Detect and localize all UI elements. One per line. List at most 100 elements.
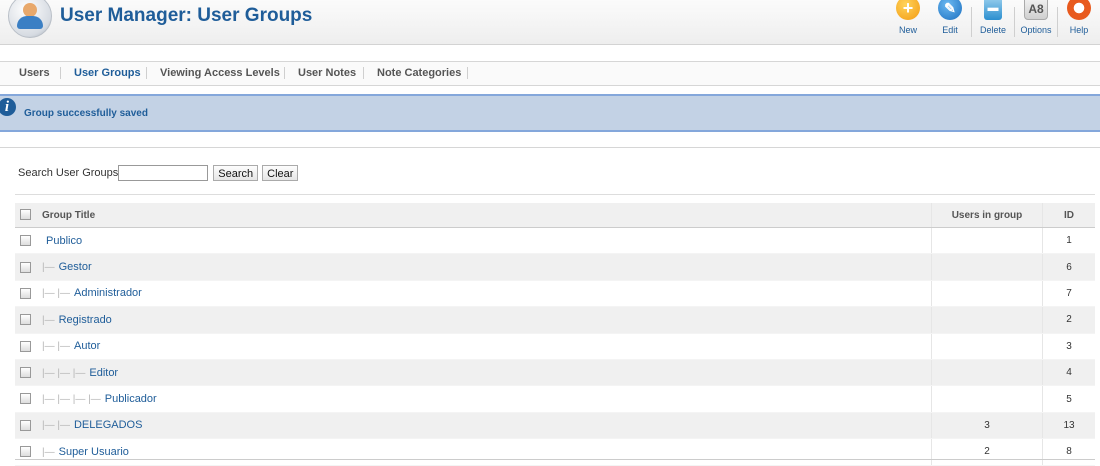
tab-user-groups[interactable]: User Groups: [74, 67, 141, 79]
group-title-cell: |— Super Usuario: [42, 438, 932, 466]
table-row: |— |— DELEGADOS 3 13: [15, 412, 1095, 440]
table-row: |— |— |— |— Publicador 5: [15, 385, 1095, 413]
row-checkbox[interactable]: [20, 393, 31, 405]
table-row: |— |— |— Editor 4: [15, 359, 1095, 387]
group-title-cell: |— |— DELEGADOS: [42, 412, 932, 440]
row-select-cell: [15, 438, 42, 466]
tree-indent: |— |— |—: [42, 367, 86, 379]
tab-user-notes[interactable]: User Notes: [298, 67, 356, 79]
search-label: Search User Groups: [18, 167, 119, 179]
users-in-group-cell: 3: [931, 412, 1043, 440]
group-id-cell: 7: [1042, 280, 1095, 308]
tab-divider: [60, 67, 61, 79]
column-header-id[interactable]: ID: [1042, 203, 1095, 228]
group-title-link[interactable]: Editor: [89, 367, 118, 379]
group-title-cell: |— |— Autor: [42, 333, 932, 360]
user-groups-table: Group Title Users in group ID Publico 1 |—…: [15, 203, 1095, 466]
options-icon: A8: [1024, 0, 1048, 20]
group-id-cell: 1: [1042, 227, 1095, 255]
table-row: |— Gestor 6: [15, 253, 1095, 281]
table-row: |— |— Autor 3: [15, 333, 1095, 360]
user-manager-logo-icon: [8, 0, 52, 38]
group-title-link[interactable]: Gestor: [59, 261, 92, 273]
row-select-cell: [15, 306, 42, 334]
select-all-checkbox[interactable]: [20, 209, 31, 221]
group-title-cell: |— |— |— Editor: [42, 359, 932, 387]
info-icon: i: [0, 98, 16, 116]
group-title-link[interactable]: Publico: [46, 235, 82, 247]
tab-users[interactable]: Users: [19, 67, 50, 79]
group-id-cell: 4: [1042, 359, 1095, 387]
tab-divider: [284, 67, 285, 79]
group-title-link[interactable]: DELEGADOS: [74, 419, 142, 431]
row-checkbox[interactable]: [20, 446, 31, 458]
row-checkbox[interactable]: [20, 340, 31, 352]
table-header-row: Group Title Users in group ID: [15, 203, 1095, 228]
row-checkbox[interactable]: [20, 287, 31, 299]
table-row: |— Registrado 2: [15, 306, 1095, 334]
table-bottom-border: [15, 459, 1095, 460]
group-title-link[interactable]: Autor: [74, 340, 100, 352]
search-button[interactable]: Search: [213, 165, 259, 181]
group-title-cell: |— Registrado: [42, 306, 932, 334]
options-button[interactable]: A8 Options: [1015, 0, 1057, 44]
filter-divider: [15, 194, 1095, 195]
group-title-cell: |— |— |— |— Publicador: [42, 385, 932, 413]
tab-note-categories[interactable]: Note Categories: [377, 67, 461, 79]
group-title-link[interactable]: Super Usuario: [59, 446, 129, 458]
tab-viewing-access-levels[interactable]: Viewing Access Levels: [160, 67, 280, 79]
users-in-group-cell: [931, 227, 1043, 255]
row-checkbox[interactable]: [20, 419, 31, 431]
row-select-cell: [15, 227, 42, 255]
table-row: Publico 1: [15, 227, 1095, 255]
group-title-link[interactable]: Administrador: [74, 287, 142, 299]
select-all-cell: [15, 203, 42, 228]
row-select-cell: [15, 412, 42, 440]
delete-button[interactable]: ▬ Delete: [972, 0, 1014, 44]
toolbar: + New ✎ Edit ▬ Delete A8 Options Help: [887, 0, 1100, 44]
row-select-cell: [15, 359, 42, 387]
group-title-cell: |— Gestor: [42, 253, 932, 281]
page-title: User Manager: User Groups: [60, 5, 313, 26]
lifebuoy-icon: [1067, 0, 1091, 20]
group-id-cell: 3: [1042, 333, 1095, 360]
group-title-cell: Publico: [42, 227, 932, 255]
tab-divider: [467, 67, 468, 79]
column-header-title[interactable]: Group Title: [42, 203, 932, 228]
row-checkbox[interactable]: [20, 367, 31, 379]
table-row: |— Super Usuario 2 8: [15, 438, 1095, 466]
tree-indent: |—: [42, 314, 55, 326]
help-button[interactable]: Help: [1058, 0, 1100, 44]
table-row: |— |— Administrador 7: [15, 280, 1095, 308]
edit-button[interactable]: ✎ Edit: [929, 0, 971, 44]
trash-icon: ▬: [984, 0, 1002, 20]
users-in-group-cell: 2: [931, 438, 1043, 466]
group-id-cell: 2: [1042, 306, 1095, 334]
tree-indent: |— |— |— |—: [42, 394, 101, 406]
system-message-text: Group successfully saved: [24, 108, 148, 119]
users-in-group-cell: [931, 385, 1043, 413]
tree-indent: |— |—: [42, 341, 70, 353]
new-button[interactable]: + New: [887, 0, 929, 44]
row-select-cell: [15, 280, 42, 308]
clear-button[interactable]: Clear: [262, 165, 299, 181]
row-checkbox[interactable]: [20, 261, 31, 273]
group-id-cell: 13: [1042, 412, 1095, 440]
row-checkbox[interactable]: [20, 235, 31, 247]
tree-indent: |—: [42, 446, 55, 458]
new-button-label: New: [898, 25, 917, 35]
row-checkbox[interactable]: [20, 314, 31, 326]
row-select-cell: [15, 333, 42, 360]
row-select-cell: [15, 253, 42, 281]
search-input[interactable]: [118, 165, 209, 181]
group-title-cell: |— |— Administrador: [42, 280, 932, 308]
options-button-label: Options: [1020, 25, 1052, 35]
filter-bar: Search User Groups Search Clear: [18, 165, 302, 181]
tree-indent: |— |—: [42, 420, 70, 432]
group-title-link[interactable]: Registrado: [59, 314, 112, 326]
row-select-cell: [15, 385, 42, 413]
group-id-cell: 6: [1042, 253, 1095, 281]
group-id-cell: 5: [1042, 385, 1095, 413]
plus-icon: +: [896, 0, 920, 20]
group-title-link[interactable]: Publicador: [105, 393, 157, 405]
